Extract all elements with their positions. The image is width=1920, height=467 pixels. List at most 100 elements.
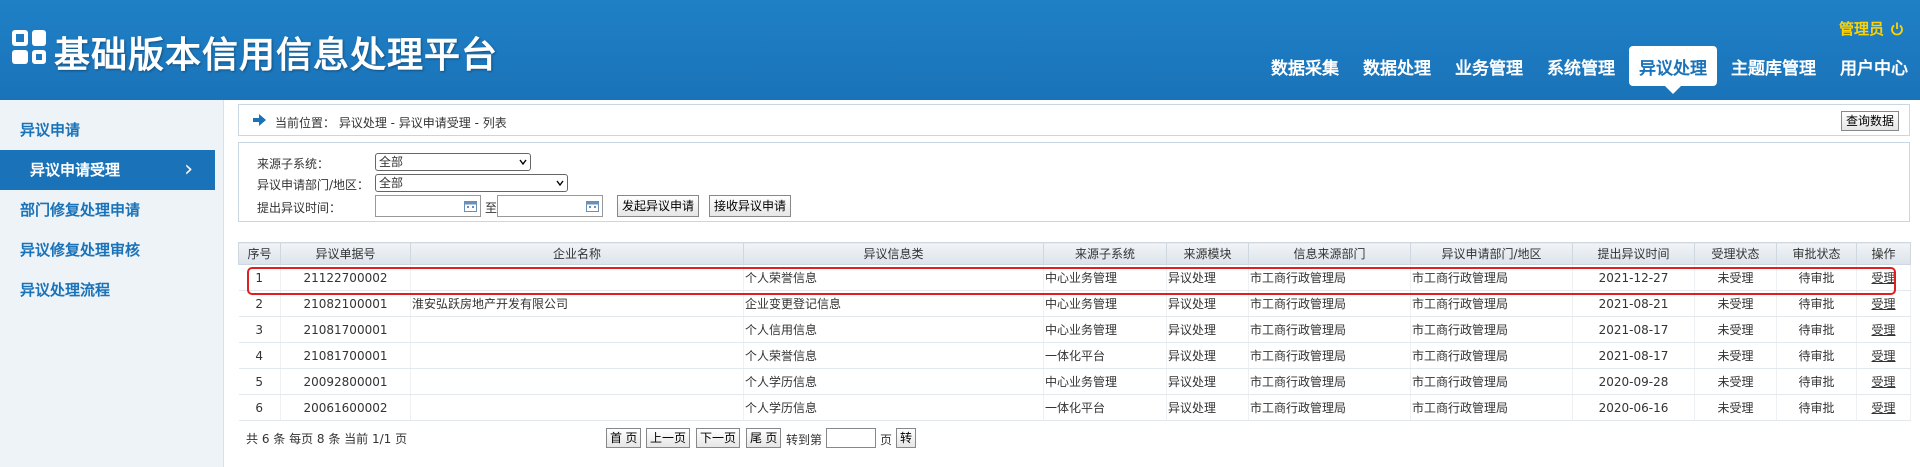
table-row[interactable]: 6 20061600002 个人学历信息 一体化平台 异议处理 市工商行政管理局 市工商行政…: [238, 394, 1911, 421]
cell-col-source-dept: 市工商行政管理局: [1248, 394, 1411, 421]
initiate-objection-button[interactable]: 发起异议申请: [617, 195, 700, 217]
cell-col-time: 2020-06-16: [1572, 394, 1695, 421]
cell-col-source-module: 异议处理: [1166, 342, 1249, 369]
table-header-row: 序号 异议单据号 企业名称 异议信息类 来源子系统 来源模块 信息来源部门 异议申请部门/地区…: [238, 242, 1911, 265]
cell-col-accept-status: 未受理: [1694, 316, 1777, 343]
sidebar-item-apply[interactable]: 异议申请: [0, 110, 223, 150]
accept-link[interactable]: 受理: [1871, 349, 1895, 363]
calendar-icon[interactable]: [586, 200, 599, 212]
cell-col-source-system: 中心业务管理: [1043, 316, 1167, 343]
accept-link[interactable]: 受理: [1871, 375, 1895, 389]
cell-col-source-system: 中心业务管理: [1043, 290, 1167, 317]
cell-col-source-dept: 市工商行政管理局: [1248, 368, 1411, 395]
start-date-input[interactable]: [375, 195, 481, 217]
cell-col-accept-status: 未受理: [1694, 368, 1777, 395]
dept-label: 异议申请部门/地区：: [257, 178, 370, 192]
cell-col-time: 2021-08-21: [1572, 290, 1695, 317]
accept-link[interactable]: 受理: [1871, 271, 1895, 285]
cell-col-doc-no: 21081700001: [280, 342, 411, 369]
cell-col-apply-dept: 市工商行政管理局: [1410, 316, 1573, 343]
header-col-time: 提出异议时间: [1572, 242, 1695, 265]
calendar-icon[interactable]: [464, 200, 477, 212]
sidebar-item-accept[interactable]: 异议申请受理 ›: [0, 150, 215, 190]
goto-page-input[interactable]: [826, 428, 876, 448]
cell-col-company: [410, 264, 744, 291]
logo-icon: [12, 30, 50, 68]
source-select[interactable]: 全部: [375, 153, 531, 171]
cell-col-doc-no: 21082100001: [280, 290, 411, 317]
cell-col-apply-dept: 市工商行政管理局: [1410, 368, 1573, 395]
end-date-input[interactable]: [497, 195, 603, 217]
table-row[interactable]: 2 21082100001 淮安弘跃房地产开发有限公司 企业变更登记信息 中心业务管理异…: [238, 290, 1911, 317]
cell-col-apply-dept: 市工商行政管理局: [1410, 264, 1573, 291]
cell-col-accept-status: 未受理: [1694, 290, 1777, 317]
app-title: 基础版本信用信息处理平台: [54, 35, 499, 76]
nav-system[interactable]: 系统管理: [1537, 46, 1625, 86]
cell-col-index: 3: [238, 316, 281, 343]
nav-data-process[interactable]: 数据处理: [1353, 46, 1441, 86]
table-row[interactable]: 5 20092800001 个人学历信息 中心业务管理 异议处理 市工商行政管理局 市工商行…: [238, 368, 1911, 395]
goto-label: 转到第: [786, 433, 823, 447]
cell-col-doc-no: 21081700001: [280, 316, 411, 343]
cell-col-company: [410, 368, 744, 395]
user-area: 管理员: [1839, 18, 1904, 39]
main-content: 当前位置： 异议处理 - 异议申请受理 - 列表 查询数据 来源子系统： 全部 …: [238, 104, 1911, 448]
nav-user-center[interactable]: 用户中心: [1830, 46, 1918, 86]
nav-theme-lib[interactable]: 主题库管理: [1721, 46, 1826, 86]
cell-col-source-dept: 市工商行政管理局: [1248, 290, 1411, 317]
cell-col-apply-dept: 市工商行政管理局: [1410, 342, 1573, 369]
cell-col-company: [410, 394, 744, 421]
cell-col-source-module: 异议处理: [1166, 368, 1249, 395]
table-row[interactable]: 3 21081700001 个人信用信息 中心业务管理 异议处理 市工商行政管理局 市工商行…: [238, 316, 1911, 343]
cell-col-accept-status: 未受理: [1694, 394, 1777, 421]
cell-col-doc-no: 21122700002: [280, 264, 411, 291]
sidebar-item-flow[interactable]: 异议处理流程: [0, 270, 223, 310]
nav-objection[interactable]: 异议处理: [1629, 46, 1717, 94]
goto-button[interactable]: 转: [896, 428, 917, 448]
first-page-button[interactable]: 首 页: [606, 428, 642, 448]
cell-col-accept-status: 未受理: [1694, 342, 1777, 369]
chevron-right-icon: ›: [184, 157, 193, 182]
cell-col-source-system: 中心业务管理: [1043, 368, 1167, 395]
nav-data-collect[interactable]: 数据采集: [1261, 46, 1349, 86]
breadcrumb: 当前位置： 异议处理 - 异议申请受理 - 列表 查询数据: [238, 104, 1910, 136]
sidebar-item-repair-review[interactable]: 异议修复处理审核: [0, 230, 223, 270]
app-header: 基础版本信用信息处理平台 管理员 数据采集 数据处理 业务管理 系统管理 异议处…: [0, 0, 1920, 100]
header-col-source-dept: 信息来源部门: [1248, 242, 1411, 265]
nav-business[interactable]: 业务管理: [1445, 46, 1533, 86]
cell-col-approve-status: 待审批: [1776, 342, 1857, 369]
dept-select-value: 全部: [379, 176, 404, 190]
accept-link[interactable]: 受理: [1871, 323, 1895, 337]
cell-col-action: 受理: [1856, 342, 1911, 369]
cell-col-source-dept: 市工商行政管理局: [1248, 264, 1411, 291]
header-col-company: 企业名称: [410, 242, 744, 265]
cell-col-source-module: 异议处理: [1166, 290, 1249, 317]
accept-link[interactable]: 受理: [1871, 401, 1895, 415]
header-col-action: 操作: [1856, 242, 1911, 265]
sidebar-item-dept-repair[interactable]: 部门修复处理申请: [0, 190, 223, 230]
accept-link[interactable]: 受理: [1871, 297, 1895, 311]
cell-col-source-dept: 市工商行政管理局: [1248, 342, 1411, 369]
cell-col-approve-status: 待审批: [1776, 368, 1857, 395]
table-row[interactable]: 1 21122700002 个人荣誉信息 中心业务管理 异议处理 市工商行政管理局 市工商行…: [238, 264, 1911, 291]
cell-col-source-module: 异议处理: [1166, 264, 1249, 291]
power-icon[interactable]: [1890, 22, 1904, 36]
cell-col-source-module: 异议处理: [1166, 394, 1249, 421]
pager-info: 共 6 条 每页 8 条 当前 1/1 页: [246, 432, 408, 446]
header-col-doc-no: 异议单据号: [280, 242, 411, 265]
next-page-button[interactable]: 下一页: [696, 428, 741, 448]
cell-col-accept-status: 未受理: [1694, 264, 1777, 291]
last-page-button[interactable]: 尾 页: [746, 428, 782, 448]
user-name[interactable]: 管理员: [1839, 18, 1884, 39]
prev-page-button[interactable]: 上一页: [646, 428, 691, 448]
filter-panel: 来源子系统： 全部 异议申请部门/地区： 全部 提出异议时间： 至 发起异议申请…: [238, 142, 1910, 222]
cell-col-doc-no: 20061600002: [280, 394, 411, 421]
cell-col-action: 受理: [1856, 394, 1911, 421]
table-row[interactable]: 4 21081700001 个人荣誉信息 一体化平台 异议处理 市工商行政管理局 市工商行政…: [238, 342, 1911, 369]
query-data-button[interactable]: 查询数据: [1840, 111, 1899, 131]
receive-objection-button[interactable]: 接收异议申请: [709, 195, 792, 217]
cell-col-time: 2021-08-17: [1572, 316, 1695, 343]
dept-select[interactable]: 全部: [375, 174, 568, 192]
cell-col-index: 2: [238, 290, 281, 317]
cell-col-company: [410, 342, 744, 369]
